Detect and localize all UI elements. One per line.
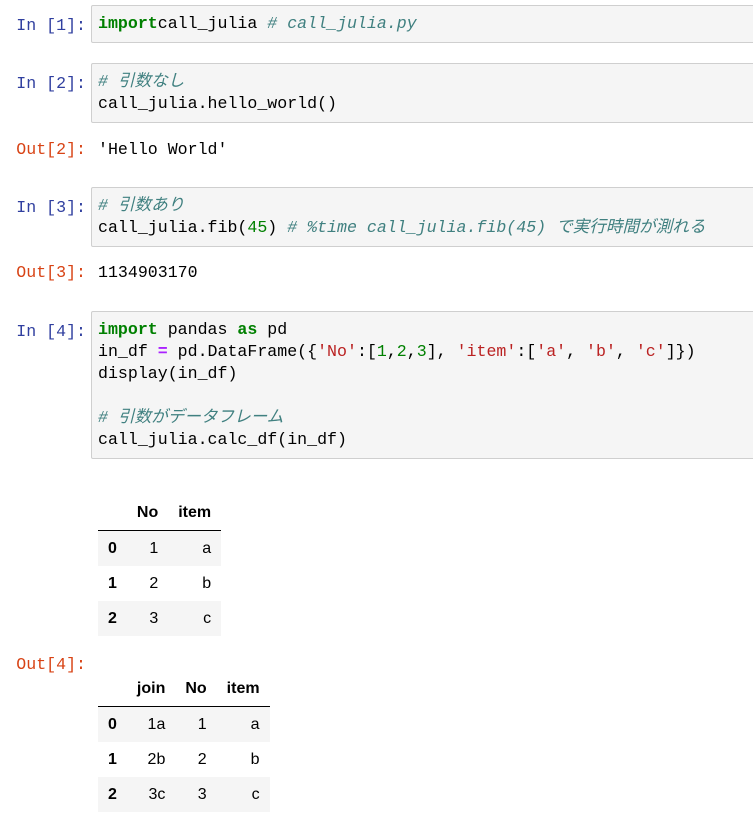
- code-token-comment: # 引数なし: [98, 72, 185, 91]
- code-line: in_df = pd.DataFrame({'No':[1,2,3], 'ite…: [98, 341, 753, 363]
- row-index: 0: [108, 539, 117, 557]
- column-header: join: [126, 671, 176, 707]
- table-row: 2 3c 3 c: [98, 777, 270, 812]
- table-cell: 2: [149, 574, 159, 592]
- table-cell: b: [202, 574, 212, 592]
- code-input[interactable]: # 引数なし call_julia.hello_world(): [91, 63, 753, 123]
- code-token-code: call_julia: [157, 14, 268, 33]
- code-token-code: pd: [257, 320, 288, 339]
- table-cell: c: [251, 785, 260, 803]
- input-prompt: In [4]:: [16, 322, 86, 341]
- code-token-code: call_julia.calc_df(in_df): [98, 430, 347, 449]
- code-line: importcall_julia # call_julia.py: [98, 13, 753, 35]
- code-token-string: 'No': [317, 342, 357, 361]
- code-token-code: ],: [426, 342, 457, 361]
- code-line: display(in_df): [98, 363, 753, 385]
- code-token-operator: =: [157, 342, 168, 361]
- code-token-keyword: as: [237, 320, 258, 339]
- output-prompt: Out[3]:: [16, 263, 86, 282]
- row-index: 1: [108, 574, 117, 592]
- table-cell: 2: [197, 750, 207, 768]
- code-line: import pandas as pd: [98, 319, 753, 341]
- table-row: 0 1 a: [98, 530, 222, 566]
- table-cell: 1: [197, 715, 207, 733]
- code-token-code: pd.DataFrame({: [167, 342, 318, 361]
- code-line: # 引数がデータフレーム: [98, 407, 753, 429]
- display-dataframe: No item 0 1 a 1 2 b 2 3 c: [98, 495, 222, 636]
- code-token-keyword: import: [98, 320, 158, 339]
- table-cell: 3: [149, 609, 159, 627]
- table-row: 1 2b 2 b: [98, 742, 270, 777]
- output-prompt: Out[4]:: [16, 655, 86, 674]
- table-row: 0 1a 1 a: [98, 706, 270, 742]
- code-token-number: 3: [416, 342, 427, 361]
- table-cell: a: [202, 539, 212, 557]
- code-line: # 引数なし: [98, 71, 753, 93]
- output-prompt: Out[2]:: [16, 140, 86, 159]
- row-index: 0: [108, 715, 117, 733]
- column-header: item: [216, 671, 270, 707]
- code-token-code: ]}): [665, 342, 696, 361]
- input-prompt: In [3]:: [16, 198, 86, 217]
- table-row: 2 3 c: [98, 601, 222, 636]
- column-header: No: [126, 495, 169, 531]
- code-token-string: 'b': [586, 342, 616, 361]
- code-token-comment: # call_julia.py: [267, 14, 417, 33]
- code-token-code: :[: [356, 342, 377, 361]
- code-line: call_julia.calc_df(in_df): [98, 429, 753, 451]
- input-prompt: In [1]:: [16, 16, 86, 35]
- output-text: 'Hello World': [98, 140, 228, 159]
- code-token-code: ,: [386, 342, 397, 361]
- column-header: item: [168, 495, 222, 531]
- code-token-code: ,: [566, 342, 587, 361]
- column-header: [98, 495, 127, 531]
- code-token-code: pandas: [157, 320, 238, 339]
- code-token-code: call_julia.fib(: [98, 218, 248, 237]
- code-token-number: 45: [247, 218, 268, 237]
- code-line: call_julia.hello_world(): [98, 93, 753, 115]
- code-token-comment: # 引数あり: [98, 196, 185, 215]
- input-prompt: In [2]:: [16, 74, 86, 93]
- code-token-code: call_julia.hello_world(): [98, 94, 337, 113]
- code-line: # 引数あり: [98, 195, 753, 217]
- code-token-string: 'a': [536, 342, 567, 361]
- code-input[interactable]: import pandas as pd in_df = pd.DataFrame(…: [91, 311, 753, 459]
- code-token-keyword: import: [98, 14, 158, 33]
- output-dataframe: join No item 0 1a 1 a 1 2b 2 b 2 3c 3 c: [98, 671, 270, 812]
- table-cell: a: [250, 715, 260, 733]
- output-text: 1134903170: [98, 263, 198, 282]
- code-line: call_julia.fib(45) # %time call_julia.fi…: [98, 217, 753, 239]
- table-row: 1 2 b: [98, 566, 221, 601]
- table-cell: 3c: [148, 785, 166, 803]
- code-token-number: 2: [396, 342, 407, 361]
- table-cell: b: [250, 750, 260, 768]
- code-token-code: display(in_df): [98, 364, 238, 383]
- column-header: No: [175, 671, 217, 707]
- code-token-string: 'c': [635, 342, 666, 361]
- table-cell: 1: [149, 539, 159, 557]
- table-cell: 3: [197, 785, 207, 803]
- row-index: 1: [108, 750, 117, 768]
- code-token-code: ,: [615, 342, 636, 361]
- table-cell: 1a: [147, 715, 166, 733]
- column-header: [98, 671, 127, 707]
- code-token-code: :[: [516, 342, 537, 361]
- code-token-code: ): [267, 218, 288, 237]
- code-input[interactable]: # 引数あり call_julia.fib(45) # %time call_ju…: [91, 187, 753, 247]
- code-token-comment: # 引数がデータフレーム: [98, 408, 284, 427]
- row-index: 2: [108, 785, 117, 803]
- row-index: 2: [108, 609, 117, 627]
- code-token-number: 1: [376, 342, 387, 361]
- code-token-code: in_df: [98, 342, 158, 361]
- code-input[interactable]: importcall_julia # call_julia.py: [91, 5, 753, 43]
- code-token-string: 'item': [456, 342, 517, 361]
- code-token-code: ,: [406, 342, 417, 361]
- table-cell: 2b: [147, 750, 166, 768]
- code-token-comment: # %time call_julia.fib(45) で実行時間が測れる: [287, 218, 706, 237]
- table-cell: c: [203, 609, 212, 627]
